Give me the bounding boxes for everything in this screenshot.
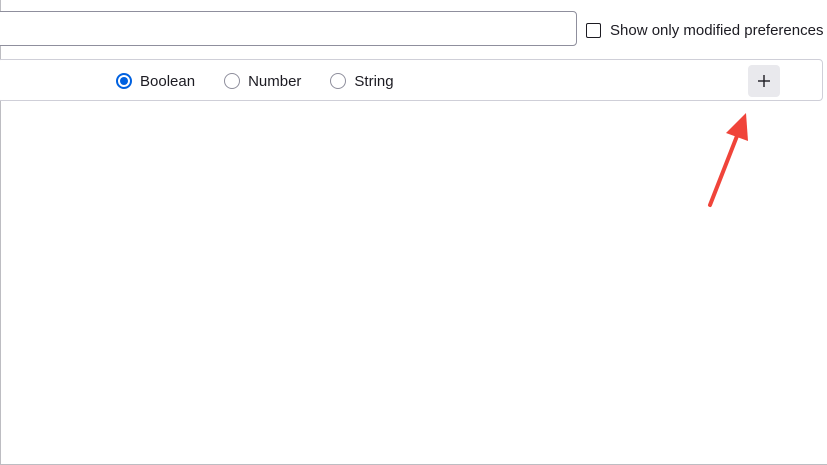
show-modified-label: Show only modified preferences: [610, 21, 824, 39]
radio-boolean-label: Boolean: [140, 72, 196, 90]
radio-string[interactable]: [330, 73, 347, 89]
new-preference-row: Boolean Number String: [0, 59, 823, 101]
radio-boolean[interactable]: [116, 73, 132, 89]
radio-string-label: String: [354, 72, 394, 90]
radio-option-boolean[interactable]: Boolean: [116, 73, 195, 90]
preference-type-radio-group: Boolean Number String: [116, 60, 423, 102]
show-modified-checkbox[interactable]: [586, 22, 601, 38]
search-input[interactable]: [0, 11, 577, 46]
radio-option-number[interactable]: Number: [224, 73, 301, 90]
radio-option-string[interactable]: String: [330, 72, 394, 90]
radio-number[interactable]: [224, 73, 241, 89]
about-config-page: Show only modified preferences Boolean N…: [0, 0, 827, 465]
add-preference-button[interactable]: [748, 65, 780, 97]
show-modified-toggle[interactable]: Show only modified preferences: [586, 20, 823, 40]
radio-number-label: Number: [248, 72, 302, 90]
plus-icon: [758, 75, 770, 87]
